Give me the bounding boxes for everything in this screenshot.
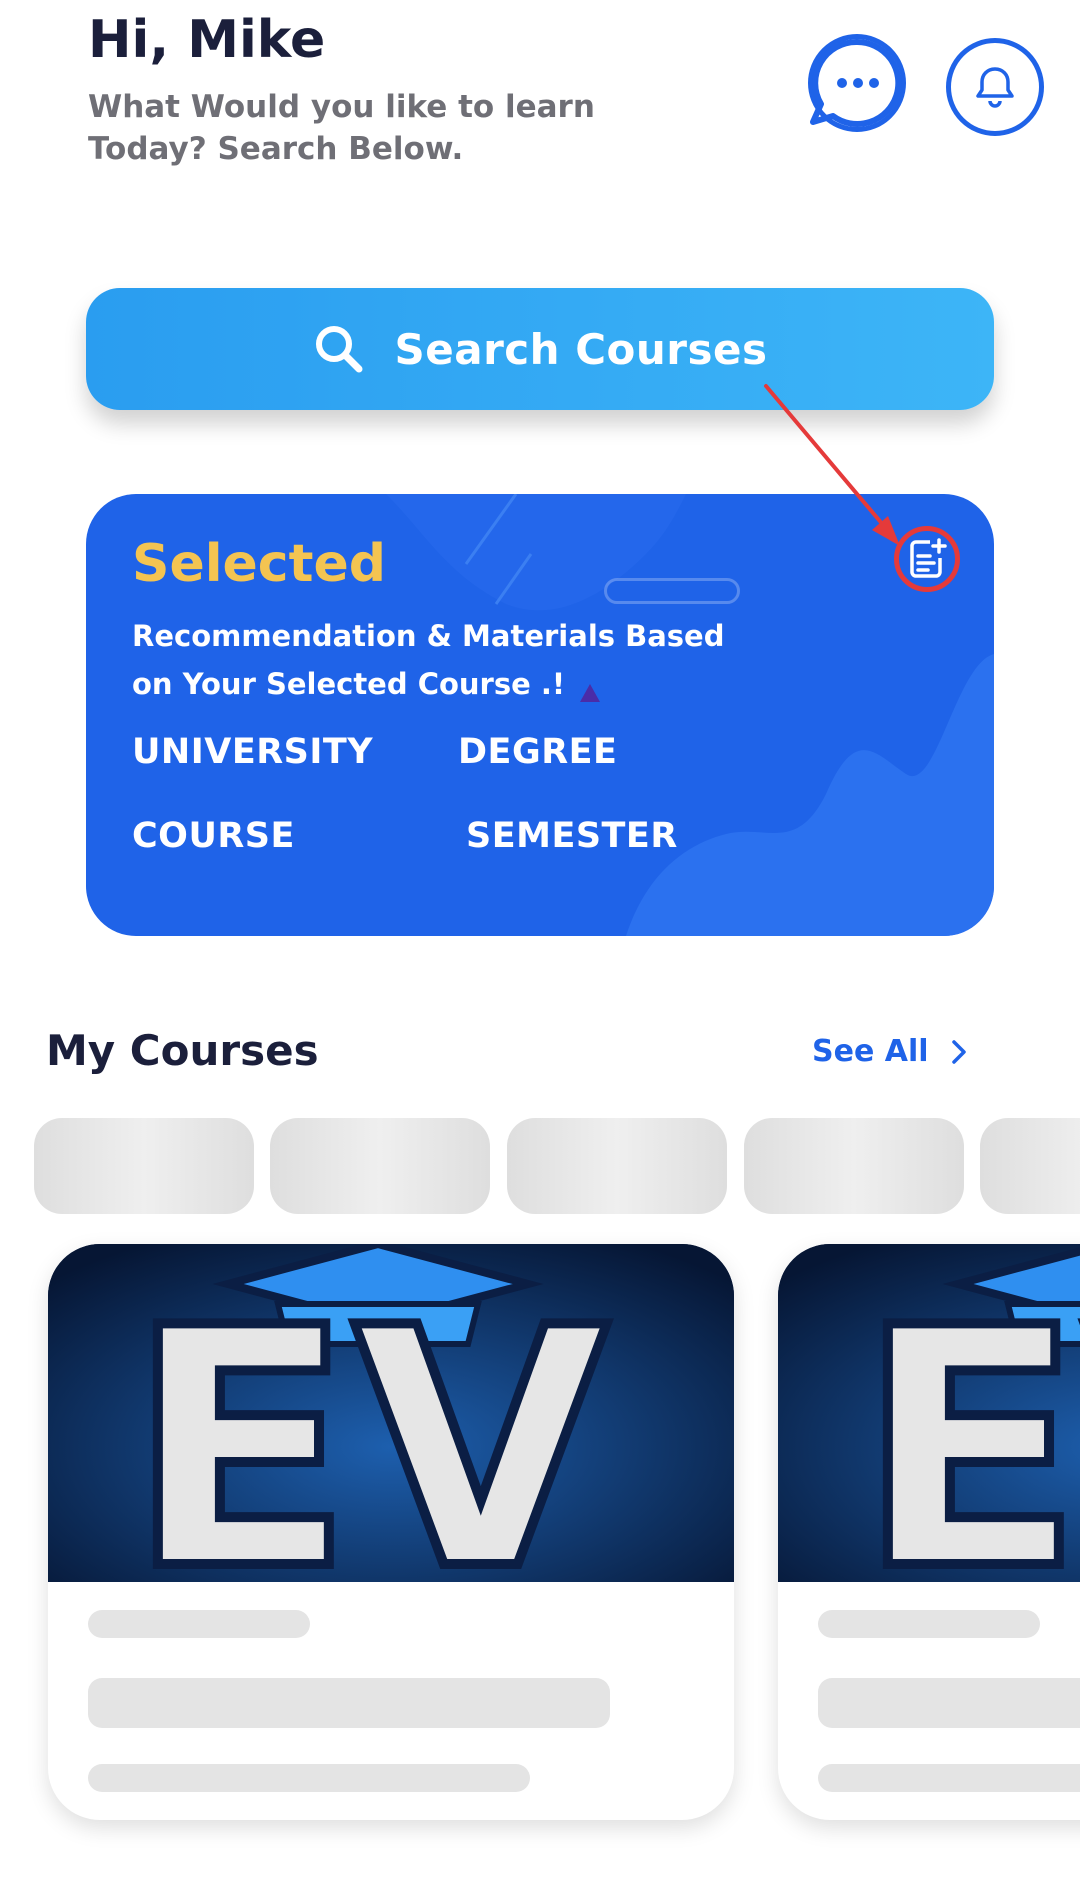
degree-field: DEGREE: [458, 732, 618, 772]
course-thumbnail: EV: [778, 1244, 1080, 1582]
text-placeholder: [88, 1764, 530, 1792]
ev-logo-image: EV: [48, 1244, 734, 1582]
search-label: Search Courses: [394, 324, 768, 374]
notification-button[interactable]: [946, 38, 1044, 136]
course-field: COURSE: [132, 816, 295, 856]
greeting-text: Hi, Mike: [88, 10, 326, 70]
semester-field: SEMESTER: [466, 816, 678, 856]
text-placeholder: [818, 1764, 1080, 1792]
course-thumbnail: EV: [48, 1244, 734, 1582]
chat-bubble-icon: [810, 38, 902, 127]
category-chip-placeholder[interactable]: [270, 1118, 490, 1214]
add-course-button[interactable]: [894, 526, 960, 592]
text-placeholder: [88, 1610, 310, 1638]
search-courses-bar[interactable]: Search Courses: [86, 288, 994, 410]
text-placeholder: [818, 1678, 1080, 1728]
home-screen: Hi, Mike What Would you like to learn To…: [0, 0, 1080, 1904]
text-placeholder: [818, 1610, 1040, 1638]
see-all-link[interactable]: See All: [812, 1034, 967, 1069]
category-chip-placeholder[interactable]: [980, 1118, 1080, 1214]
bell-icon: [976, 67, 1014, 108]
card-decoration-pill: [604, 578, 740, 604]
search-icon: [315, 326, 362, 373]
course-card[interactable]: EV: [48, 1244, 734, 1820]
course-card[interactable]: EV: [778, 1244, 1080, 1820]
category-chip-placeholder[interactable]: [34, 1118, 254, 1214]
ev-logo-image: EV: [778, 1244, 1080, 1582]
see-all-label: See All: [812, 1034, 929, 1069]
chevron-right-icon: [951, 1039, 966, 1064]
ev-logo-text: EV: [858, 1258, 1080, 1582]
selected-title: Selected: [132, 534, 386, 594]
ev-logo-text: EV: [128, 1258, 611, 1582]
text-placeholder: [88, 1678, 610, 1728]
university-field: UNIVERSITY: [132, 732, 374, 772]
category-chip-placeholder[interactable]: [507, 1118, 727, 1214]
selected-description: Recommendation & Materials Based on Your…: [132, 619, 725, 701]
my-courses-title: My Courses: [46, 1026, 319, 1075]
greeting-subtitle: What Would you like to learn Today? Sear…: [88, 89, 595, 167]
chat-button[interactable]: [808, 34, 906, 132]
category-chip-placeholder[interactable]: [744, 1118, 964, 1214]
selected-course-card[interactable]: Selected Recommendation & Materials Base…: [86, 494, 994, 936]
add-document-icon: [910, 538, 947, 578]
